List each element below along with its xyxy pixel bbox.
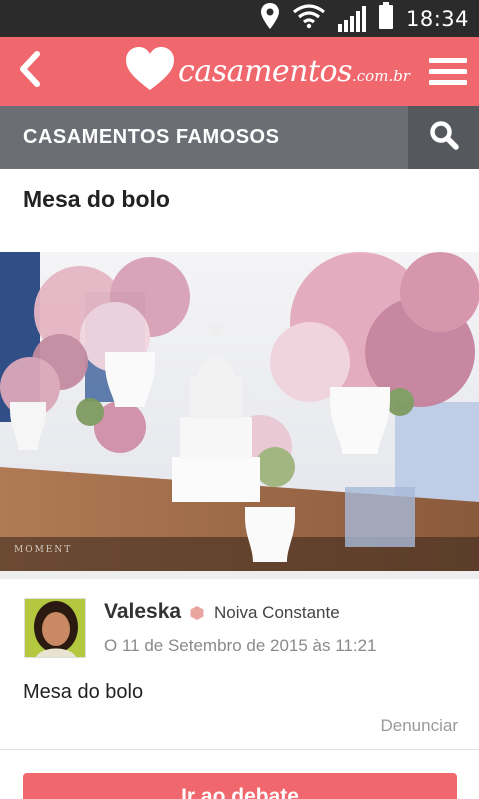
logo-text: casamentos — [178, 53, 353, 89]
post-body: Mesa do bolo — [23, 681, 144, 703]
status-icons: 18:34 — [260, 0, 469, 37]
post-date: O 11 de Setembro de 2015 às 11:21 — [104, 636, 377, 655]
hamburger-menu-icon — [429, 57, 469, 85]
status-time: 18:34 — [405, 6, 469, 31]
signal-icon — [337, 5, 366, 32]
heart-logo-icon — [124, 44, 176, 99]
post-photo[interactable]: MOMENT — [0, 252, 479, 571]
go-to-debate-button[interactable]: Ir ao debate — [23, 773, 457, 799]
hexagon-badge-icon — [189, 605, 205, 621]
photo-divider — [0, 571, 479, 579]
report-link[interactable]: Denunciar — [381, 716, 459, 736]
avatar[interactable] — [24, 598, 86, 658]
search-button[interactable] — [408, 106, 479, 169]
back-button[interactable] — [8, 49, 52, 93]
section-title[interactable]: CASAMENTOS FAMOSOS — [23, 106, 279, 169]
photo-watermark: MOMENT — [14, 545, 73, 555]
battery-icon — [378, 2, 394, 35]
wifi-icon — [292, 3, 326, 34]
chevron-left-icon — [17, 50, 43, 93]
post-title: Mesa do bolo — [23, 186, 170, 212]
section-bar: CASAMENTOS FAMOSOS — [0, 106, 479, 169]
author-role: Noiva Constante — [214, 603, 340, 622]
status-bar: 18:34 — [0, 0, 479, 37]
author-name[interactable]: Valeska — [104, 600, 181, 624]
menu-button[interactable] — [429, 51, 469, 91]
divider — [0, 749, 479, 750]
location-pin-icon — [260, 2, 280, 35]
search-icon — [429, 120, 459, 155]
logo-suffix: .com.br — [352, 67, 410, 85]
site-logo[interactable]: casamentos .com.br — [124, 43, 410, 99]
app-bar: casamentos .com.br — [0, 37, 479, 106]
